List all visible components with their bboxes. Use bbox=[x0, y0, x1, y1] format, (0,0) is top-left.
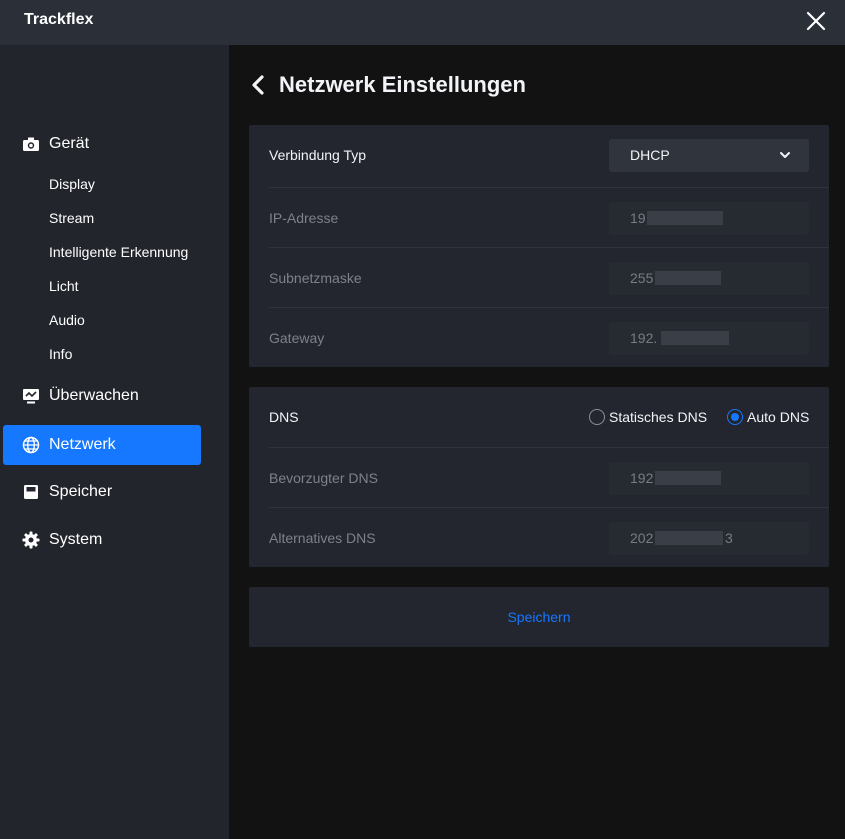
redaction-mask bbox=[655, 471, 721, 485]
monitor-icon bbox=[22, 387, 40, 405]
dns-mode-row: DNS Statisches DNS Auto DNS bbox=[269, 387, 829, 447]
ip-address-row: IP-Adresse 19 bbox=[269, 187, 829, 247]
alternative-dns-value-end: 3 bbox=[725, 530, 733, 546]
subnet-mask-row: Subnetzmaske 255 bbox=[269, 247, 829, 307]
gateway-label: Gateway bbox=[269, 330, 325, 346]
alternative-dns-row: Alternatives DNS 202 3 bbox=[269, 507, 829, 567]
subnet-mask-field[interactable]: 255 bbox=[609, 262, 809, 295]
page-header: Netzwerk Einstellungen bbox=[249, 72, 526, 98]
radio-unchecked-icon bbox=[589, 409, 605, 425]
sidebar-item-label: System bbox=[49, 531, 103, 548]
globe-icon bbox=[22, 436, 40, 454]
sidebar-subitem-intelligent-detection[interactable]: Intelligente Erkennung bbox=[49, 244, 188, 260]
redaction-mask bbox=[661, 331, 729, 345]
auto-dns-label: Auto DNS bbox=[747, 409, 810, 425]
preferred-dns-value: 192 bbox=[630, 470, 654, 486]
connection-type-value: DHCP bbox=[630, 147, 670, 163]
alternative-dns-field[interactable]: 202 3 bbox=[609, 522, 809, 555]
auto-dns-radio[interactable]: Auto DNS bbox=[727, 409, 809, 425]
sidebar-subitem-stream[interactable]: Stream bbox=[49, 210, 94, 226]
connection-panel: Verbindung Typ DHCP IP-Adresse 19 Subnet… bbox=[249, 125, 829, 367]
ip-address-label: IP-Adresse bbox=[269, 210, 339, 226]
redaction-mask bbox=[647, 211, 723, 225]
dns-mode-radio-group: Statisches DNS Auto DNS bbox=[589, 407, 809, 427]
subnet-mask-label: Subnetzmaske bbox=[269, 270, 362, 286]
redaction-mask bbox=[655, 531, 723, 545]
sidebar: Gerät Display Stream Intelligente Erkenn… bbox=[0, 45, 229, 839]
connection-type-select[interactable]: DHCP bbox=[609, 139, 809, 172]
page-title: Netzwerk Einstellungen bbox=[279, 72, 526, 97]
camera-icon bbox=[22, 135, 40, 153]
sidebar-item-label: Netzwerk bbox=[49, 436, 116, 453]
alternative-dns-label: Alternatives DNS bbox=[269, 530, 376, 546]
sidebar-subitem-light[interactable]: Licht bbox=[49, 278, 79, 294]
sidebar-item-ueberwachen[interactable]: Überwachen bbox=[3, 376, 201, 416]
app-title: Trackflex bbox=[24, 11, 94, 28]
gear-icon bbox=[22, 531, 40, 549]
title-bar: Trackflex bbox=[0, 0, 845, 45]
sidebar-item-netzwerk[interactable]: Netzwerk bbox=[3, 425, 201, 465]
sidebar-item-system[interactable]: System bbox=[3, 520, 201, 560]
save-panel: Speichern bbox=[249, 587, 829, 647]
static-dns-radio[interactable]: Statisches DNS bbox=[589, 409, 707, 425]
preferred-dns-label: Bevorzugter DNS bbox=[269, 470, 378, 486]
main-content: Netzwerk Einstellungen Verbindung Typ DH… bbox=[229, 45, 845, 839]
static-dns-label: Statisches DNS bbox=[609, 409, 708, 425]
connection-type-row: Verbindung Typ DHCP bbox=[269, 125, 829, 185]
alternative-dns-value: 202 bbox=[630, 530, 654, 546]
dns-label: DNS bbox=[269, 409, 299, 425]
chevron-down-icon bbox=[780, 152, 790, 158]
gateway-field[interactable]: 192. bbox=[609, 322, 809, 355]
sidebar-subitem-audio[interactable]: Audio bbox=[49, 312, 85, 328]
sidebar-item-label: Gerät bbox=[49, 135, 90, 152]
chevron-left-icon[interactable] bbox=[249, 73, 267, 97]
sidebar-subitem-display[interactable]: Display bbox=[49, 176, 95, 192]
save-button[interactable]: Speichern bbox=[249, 587, 829, 647]
sidebar-item-label: Überwachen bbox=[49, 387, 139, 404]
sidebar-subitem-info[interactable]: Info bbox=[49, 346, 72, 362]
sidebar-item-speicher[interactable]: Speicher bbox=[3, 472, 201, 512]
subnet-mask-value: 255 bbox=[630, 270, 654, 286]
storage-icon bbox=[22, 483, 40, 501]
dns-panel: DNS Statisches DNS Auto DNS Bevorzugter … bbox=[249, 387, 829, 567]
preferred-dns-row: Bevorzugter DNS 192 bbox=[269, 447, 829, 507]
sidebar-item-label: Speicher bbox=[49, 483, 113, 500]
close-icon[interactable] bbox=[804, 9, 828, 33]
connection-type-label: Verbindung Typ bbox=[269, 147, 367, 163]
radio-checked-icon bbox=[727, 409, 744, 425]
gateway-value: 192. bbox=[630, 330, 658, 346]
redaction-mask bbox=[655, 271, 721, 285]
gateway-row: Gateway 192. bbox=[269, 307, 829, 367]
sidebar-item-geraet[interactable]: Gerät bbox=[3, 124, 201, 164]
ip-address-value: 19 bbox=[630, 210, 646, 226]
ip-address-field[interactable]: 19 bbox=[609, 202, 809, 235]
preferred-dns-field[interactable]: 192 bbox=[609, 462, 809, 495]
